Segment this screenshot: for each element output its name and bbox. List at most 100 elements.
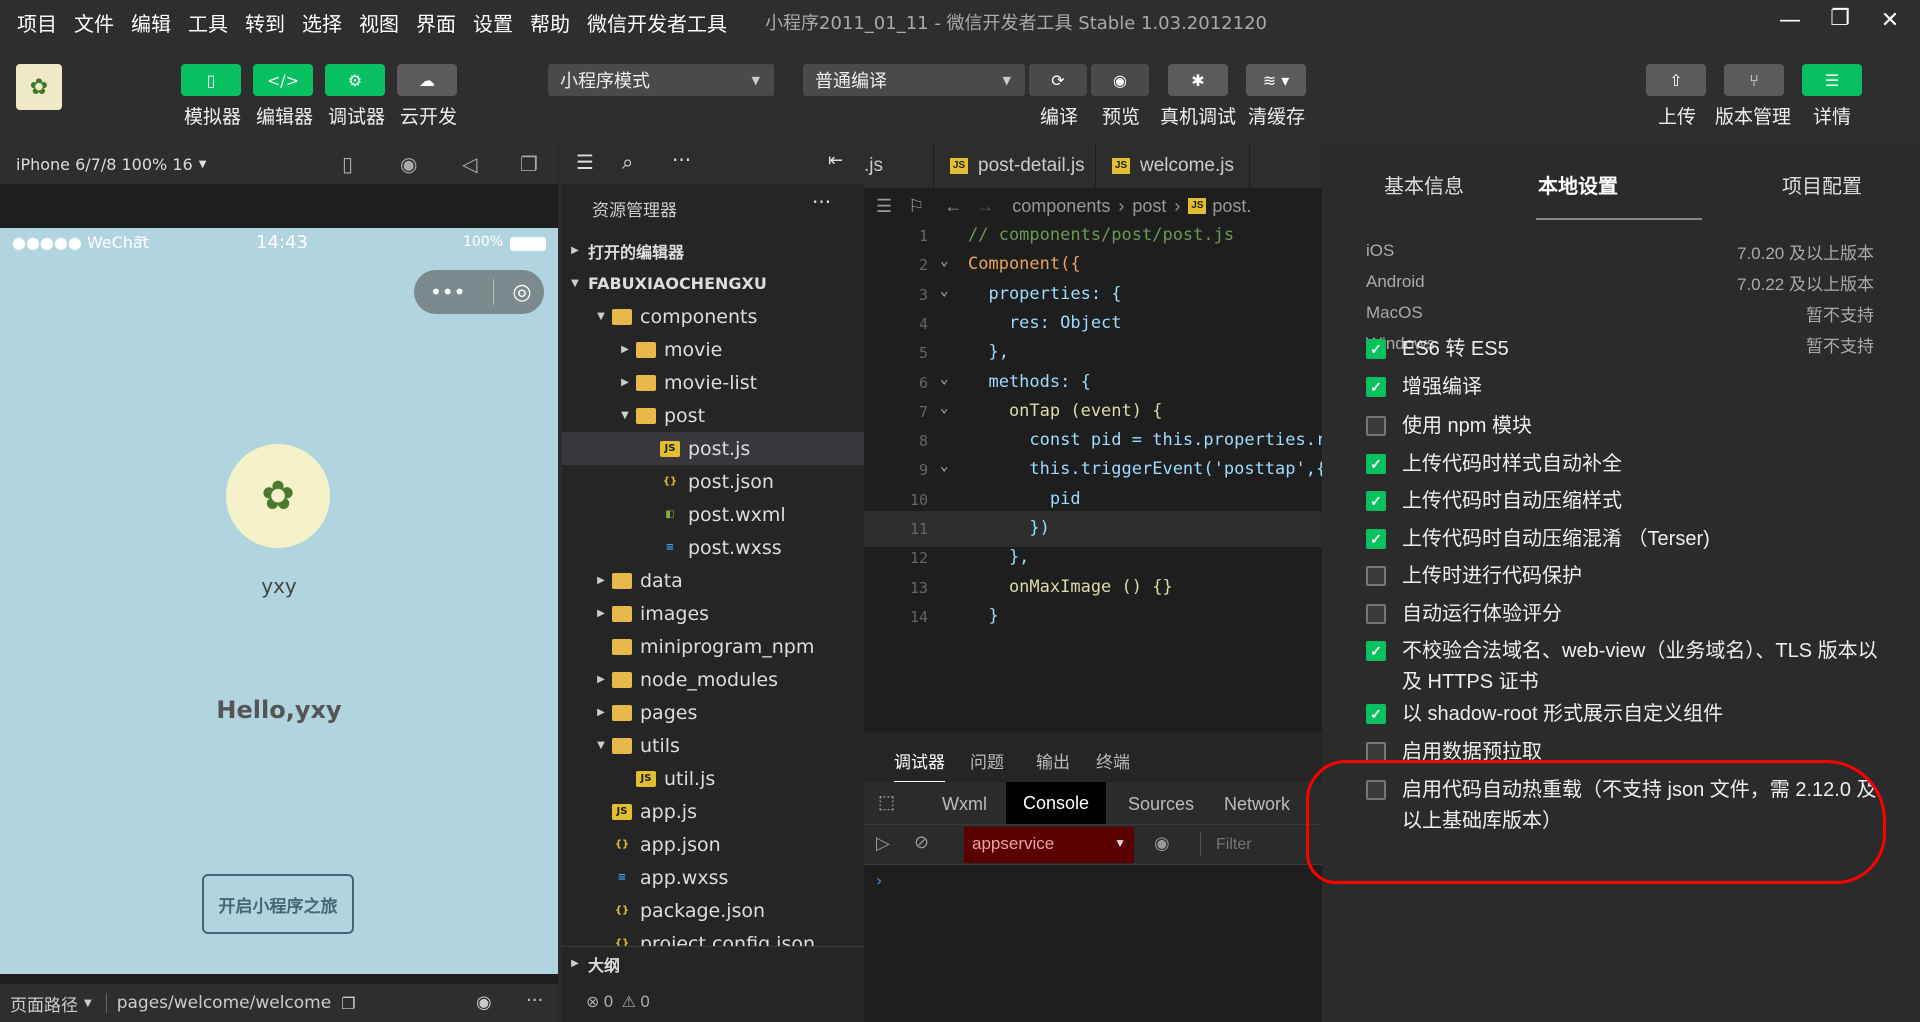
start-journey-button[interactable]: 开启小程序之旅 xyxy=(202,874,354,934)
setting-option[interactable]: ✓ 上传代码时自动压缩样式 xyxy=(1366,486,1886,517)
folder-item[interactable]: ▼ post xyxy=(562,399,864,432)
menu-wechat-devtools[interactable]: 微信开发者工具 xyxy=(587,8,727,37)
editor-button[interactable]: </> xyxy=(253,64,313,96)
cloud-button[interactable]: ☁ xyxy=(397,64,457,96)
file-item[interactable]: ≡ post.wxss xyxy=(562,531,864,564)
file-item[interactable]: JS app.js xyxy=(562,795,864,828)
checkbox-checked[interactable]: ✓ xyxy=(1366,377,1386,397)
popout-icon[interactable]: ❐ xyxy=(520,152,538,176)
restore-icon[interactable]: ❐ xyxy=(1826,6,1854,34)
forward-arrow-icon[interactable]: → xyxy=(976,196,994,217)
setting-option[interactable]: 使用 npm 模块 xyxy=(1366,411,1886,442)
file-item[interactable]: JS util.js xyxy=(562,762,864,795)
close-icon[interactable]: ✕ xyxy=(1876,8,1904,36)
file-item[interactable]: {} package.json xyxy=(562,894,864,927)
fold-icon[interactable]: ⌄ xyxy=(940,283,948,299)
caret-down-icon[interactable]: ▼ xyxy=(84,998,92,1009)
folder-item[interactable]: ▶ pages xyxy=(562,696,864,729)
fold-icon[interactable]: ⌄ xyxy=(940,371,948,387)
tab-sources[interactable]: Sources xyxy=(1128,794,1194,815)
menu-goto[interactable]: 转到 xyxy=(245,8,285,37)
menu-interface[interactable]: 界面 xyxy=(416,8,456,37)
setting-option[interactable]: ✓ 上传代码时自动压缩混淆 （Terser) xyxy=(1366,524,1886,555)
search-icon[interactable]: ⌕ xyxy=(622,150,633,174)
breadcrumb-item[interactable]: components xyxy=(1012,196,1110,217)
tab-problems[interactable]: 问题 xyxy=(970,748,1004,773)
more-icon[interactable]: ••• xyxy=(430,280,465,304)
tab-post-js[interactable]: .js xyxy=(864,144,934,188)
setting-option[interactable]: ✓ 以 shadow-root 形式展示自定义组件 xyxy=(1366,699,1886,730)
tab-welcome[interactable]: JS welcome.js xyxy=(1098,144,1250,188)
checkbox-checked[interactable]: ✓ xyxy=(1366,704,1386,724)
menu-view[interactable]: 视图 xyxy=(359,8,399,37)
checkbox-unchecked[interactable] xyxy=(1366,604,1386,624)
checkbox-checked[interactable]: ✓ xyxy=(1366,339,1386,359)
more-icon[interactable]: ··· xyxy=(672,148,691,172)
project-section[interactable]: ▼ FABUXIAOCHENGXU xyxy=(562,267,864,300)
collapse-panel-icon[interactable]: ⇤ xyxy=(828,150,843,171)
code-area[interactable]: 1 // components/post/post.js 2 ⌄ Component({… xyxy=(864,218,1322,732)
file-item[interactable]: {} post.json xyxy=(562,465,864,498)
checkbox-checked[interactable]: ✓ xyxy=(1366,641,1386,661)
breadcrumb-item[interactable]: post. xyxy=(1212,196,1251,217)
warning-icon[interactable]: ⚠ xyxy=(622,992,636,1011)
menu-project[interactable]: 项目 xyxy=(17,8,57,37)
menu-tools[interactable]: 工具 xyxy=(188,8,228,37)
avatar[interactable]: ✿ xyxy=(16,64,62,110)
menu-help[interactable]: 帮助 xyxy=(530,8,570,37)
fold-icon[interactable]: ⌄ xyxy=(940,253,948,269)
eye-icon[interactable]: ◉ xyxy=(476,992,492,1013)
list-icon[interactable]: ☰ xyxy=(876,196,892,217)
checkbox-checked[interactable]: ✓ xyxy=(1366,529,1386,549)
setting-option[interactable]: ✓ ES6 转 ES5 xyxy=(1366,334,1886,365)
menu-file[interactable]: 文件 xyxy=(74,8,114,37)
more-icon[interactable]: ··· xyxy=(812,190,831,214)
mode-select[interactable]: 小程序模式 ▼ xyxy=(548,64,774,96)
checkbox-checked[interactable]: ✓ xyxy=(1366,491,1386,511)
eye-icon[interactable]: ◉ xyxy=(1154,833,1170,854)
more-icon[interactable]: ··· xyxy=(526,990,543,1011)
compile-button[interactable]: ⟳ xyxy=(1029,64,1087,96)
bookmark-icon[interactable]: ⚐ xyxy=(908,196,924,217)
setting-option[interactable]: ✓ 上传代码时样式自动补全 xyxy=(1366,449,1886,480)
tab-debugger[interactable]: 调试器 xyxy=(894,748,945,783)
folder-item[interactable]: ▶ movie xyxy=(562,333,864,366)
console-filter-input[interactable] xyxy=(1210,831,1320,859)
debugger-button[interactable]: ⚙ xyxy=(325,64,385,96)
menu-select[interactable]: 选择 xyxy=(302,8,342,37)
compile-select[interactable]: 普通编译 ▼ xyxy=(803,64,1025,96)
folder-item[interactable]: ▼ components xyxy=(562,300,864,333)
checkbox-unchecked[interactable] xyxy=(1366,566,1386,586)
folder-item[interactable]: ▶ images xyxy=(562,597,864,630)
capsule-menu[interactable]: ••• ◎ xyxy=(414,270,544,314)
back-arrow-icon[interactable]: ← xyxy=(944,196,962,217)
clear-cache-button[interactable]: ≋ ▾ xyxy=(1246,64,1306,96)
fold-icon[interactable]: ⌄ xyxy=(940,458,948,474)
console-output[interactable]: › xyxy=(864,864,1322,1022)
upload-button[interactable]: ⇧ xyxy=(1646,64,1706,96)
folder-item[interactable]: ▶ node_modules xyxy=(562,663,864,696)
tab-output[interactable]: 输出 xyxy=(1036,748,1070,773)
fold-icon[interactable]: ⌄ xyxy=(940,400,948,416)
checkbox-unchecked[interactable] xyxy=(1366,416,1386,436)
file-item[interactable]: ◧ post.wxml xyxy=(562,498,864,531)
setting-option[interactable]: 自动运行体验评分 xyxy=(1366,599,1886,630)
preview-button[interactable]: ◉ xyxy=(1091,64,1149,96)
folder-item[interactable]: ▼ utils xyxy=(562,729,864,762)
file-item[interactable]: {} app.json xyxy=(562,828,864,861)
tab-project-config[interactable]: 项目配置 xyxy=(1782,170,1862,199)
tab-basic-info[interactable]: 基本信息 xyxy=(1384,170,1464,199)
tab-local-settings[interactable]: 本地设置 xyxy=(1538,170,1618,199)
folder-item[interactable]: ▶ movie-list xyxy=(562,366,864,399)
list-icon[interactable]: ☰ xyxy=(576,150,594,174)
record-icon[interactable]: ◉ xyxy=(400,152,417,176)
version-button[interactable]: ⑂ xyxy=(1724,64,1784,96)
real-debug-button[interactable]: ✱ xyxy=(1168,64,1228,96)
tab-post-detail[interactable]: JS post-detail.js xyxy=(936,144,1096,188)
inspect-icon[interactable]: ⬚ xyxy=(878,792,895,813)
open-editors-section[interactable]: ▶ 打开的编辑器 xyxy=(562,234,864,267)
tab-terminal[interactable]: 终端 xyxy=(1096,748,1130,773)
error-icon[interactable]: ⊗ xyxy=(586,992,599,1011)
close-miniprogram-icon[interactable]: ◎ xyxy=(512,280,531,305)
file-item[interactable]: ≡ app.wxss xyxy=(562,861,864,894)
